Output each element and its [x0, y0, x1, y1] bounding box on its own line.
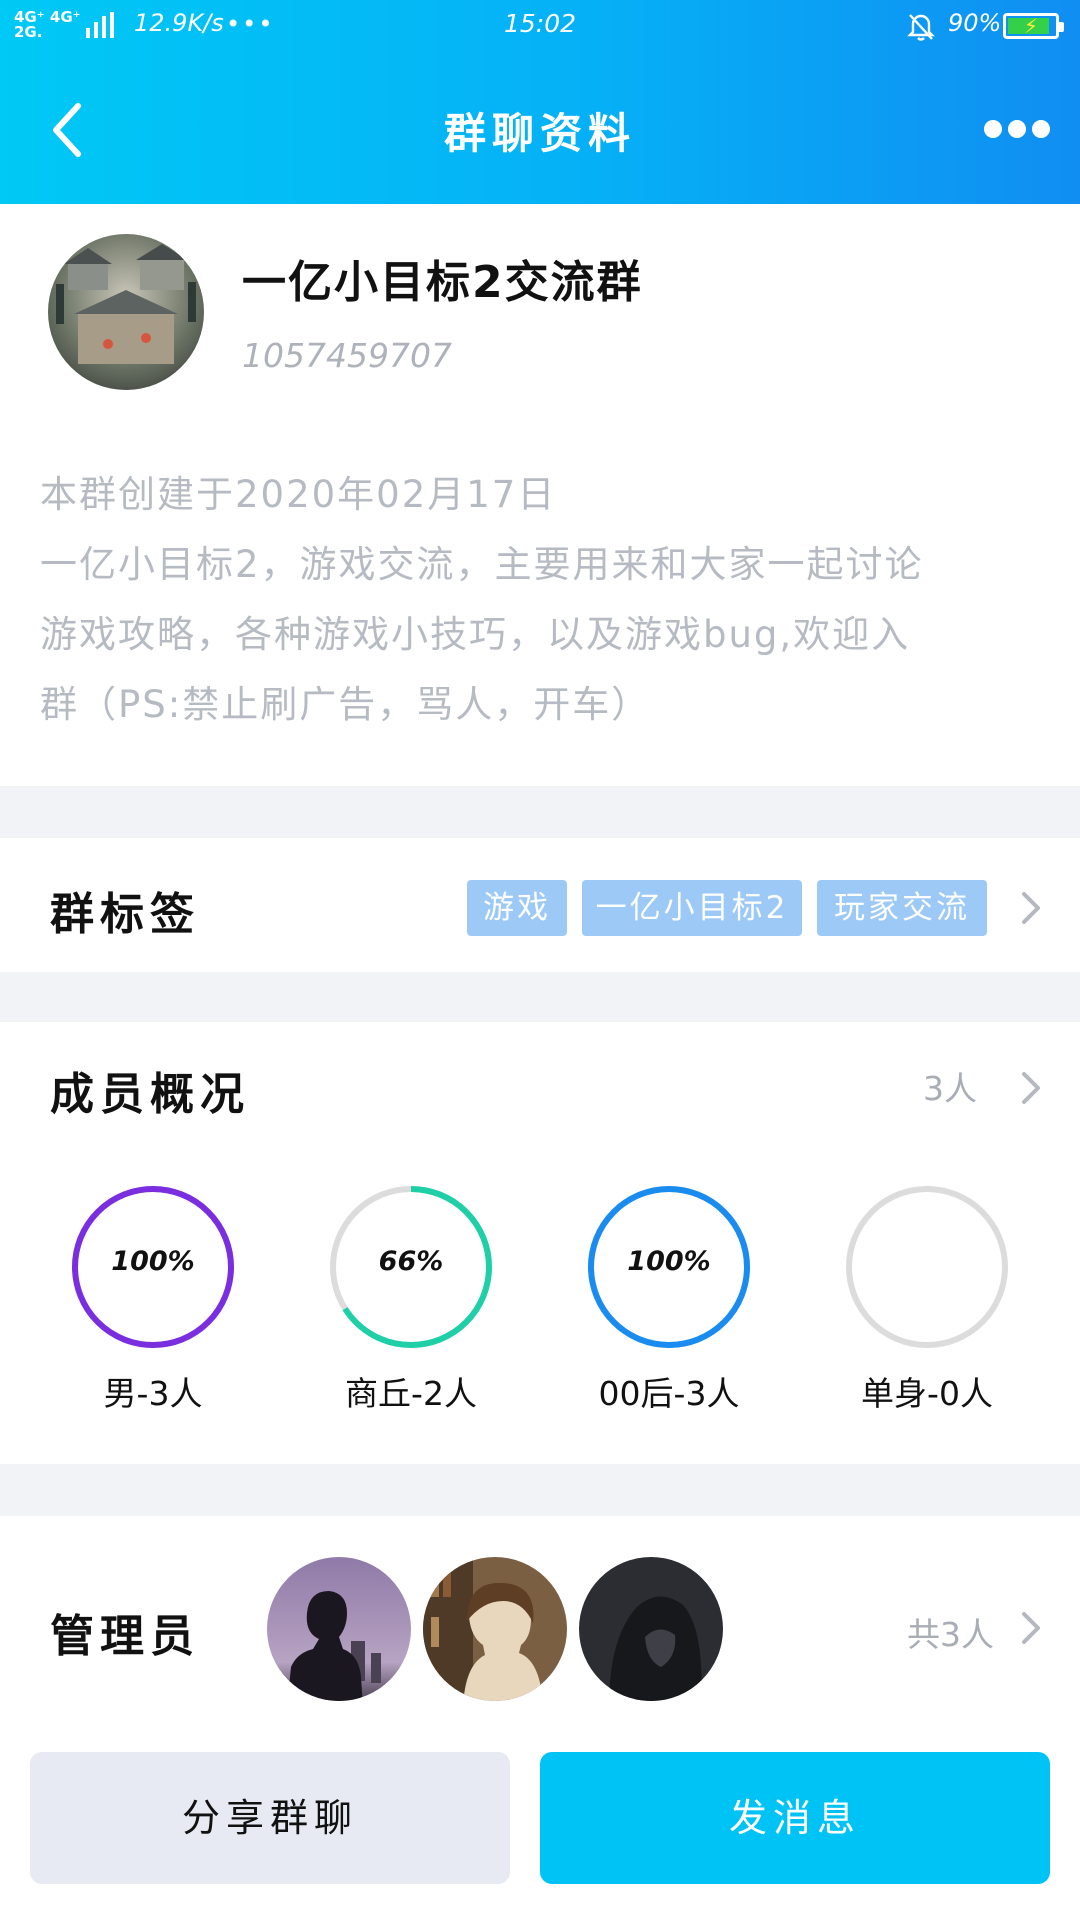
admin-avatar[interactable]	[264, 1554, 414, 1704]
stat-ring-location: 66%	[328, 1184, 494, 1350]
admin-avatar[interactable]	[420, 1554, 570, 1704]
description-line: 群（PS:禁止刷广告，骂人，开车）	[40, 683, 651, 726]
send-message-button[interactable]: 发消息	[540, 1752, 1050, 1884]
stat-ring-gender: 100%	[70, 1184, 236, 1350]
tag-chip[interactable]: 游戏	[467, 880, 567, 936]
share-group-button[interactable]: 分享群聊	[30, 1752, 510, 1884]
battery-icon: ⚡	[1003, 13, 1064, 39]
stat-value: 100%	[111, 1246, 195, 1277]
header: 4G⁺ 4G⁺ 2G. 12.9K/s ••• 15:02 90% ⚡ 群聊资料	[0, 0, 1080, 204]
chevron-right-icon[interactable]	[1020, 1070, 1042, 1106]
group-name: 一亿小目标2交流群	[242, 257, 643, 308]
admins-label: 管理员	[50, 1611, 200, 1662]
admin-avatar[interactable]	[576, 1554, 726, 1704]
members-label: 成员概况	[50, 1069, 250, 1120]
tag-chip[interactable]: 玩家交流	[817, 880, 987, 936]
tag-chip[interactable]: 一亿小目标2	[582, 880, 802, 936]
more-dots-icon[interactable]	[984, 120, 1050, 138]
tags-label: 群标签	[50, 889, 200, 940]
stat-caption: 00后-3人	[598, 1374, 740, 1413]
page-title: 群聊资料	[443, 109, 636, 158]
group-id: 1057459707	[242, 336, 452, 375]
description-line: 本群创建于2020年02月17日	[40, 473, 557, 516]
stat-ring-age: 100%	[586, 1184, 752, 1350]
bell-muted-icon	[905, 10, 937, 46]
stat-ring-single	[844, 1184, 1010, 1350]
stat-value: 66%	[378, 1246, 444, 1277]
description-line: 游戏攻略，各种游戏小技巧，以及游戏bug,欢迎入	[40, 613, 911, 656]
stat-value: 100%	[627, 1246, 711, 1277]
stat-caption: 单身-0人	[861, 1374, 993, 1413]
group-description: 本群创建于2020年02月17日 一亿小目标2，游戏交流，主要用来和大家一起讨论…	[40, 460, 1040, 740]
chevron-right-icon[interactable]	[1020, 1610, 1042, 1646]
group-avatar[interactable]	[48, 234, 204, 390]
battery-percent: 90%	[948, 9, 1002, 37]
stat-caption: 商丘-2人	[345, 1374, 477, 1413]
stat-caption: 男-3人	[103, 1374, 203, 1413]
chevron-right-icon[interactable]	[1020, 890, 1042, 926]
charging-bolt-icon: ⚡	[1024, 14, 1039, 38]
description-line: 一亿小目标2，游戏交流，主要用来和大家一起讨论	[40, 543, 924, 586]
members-count[interactable]: 3人	[923, 1062, 977, 1110]
admins-count[interactable]: 共3人	[907, 1608, 994, 1656]
status-bar: 4G⁺ 4G⁺ 2G. 12.9K/s ••• 15:02 90% ⚡	[0, 0, 1080, 50]
